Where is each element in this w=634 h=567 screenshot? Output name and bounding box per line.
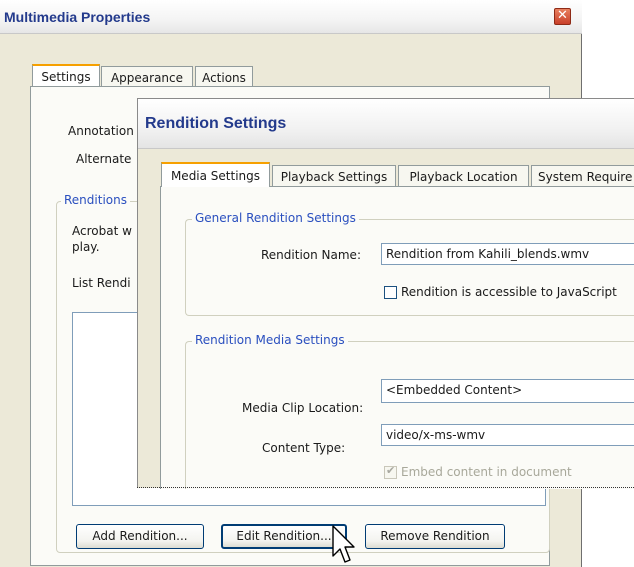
rendition-settings-titlebar[interactable]: Rendition Settings	[138, 99, 634, 149]
renditions-group-title: Renditions	[61, 193, 130, 207]
general-rendition-settings-title: General Rendition Settings	[192, 211, 359, 225]
tab-actions-label: Actions	[202, 71, 246, 85]
dialog-drag-outline	[137, 487, 634, 488]
general-rendition-settings-group	[185, 219, 634, 316]
tab-playback-settings[interactable]: Playback Settings	[272, 165, 396, 187]
close-icon: ✕	[557, 8, 568, 23]
multimedia-properties-titlebar[interactable]: Multimedia Properties ✕	[0, 0, 582, 34]
tab-playback-settings-label: Playback Settings	[280, 170, 388, 184]
tab-media-settings[interactable]: Media Settings	[161, 162, 270, 187]
alternate-label: Alternate	[76, 152, 132, 166]
rendition-media-settings-title: Rendition Media Settings	[192, 333, 348, 347]
tab-actions[interactable]: Actions	[195, 66, 253, 86]
embed-content-label: Embed content in document	[401, 465, 572, 479]
tab-playback-location[interactable]: Playback Location	[398, 165, 529, 187]
javascript-accessible-checkbox[interactable]	[384, 286, 397, 299]
list-renditions-label: List Rendi	[72, 276, 131, 290]
remove-rendition-button[interactable]: Remove Rendition	[365, 524, 505, 549]
rendition-name-input[interactable]: Rendition from Kahili_blends.wmv	[381, 243, 634, 265]
media-clip-location-input[interactable]: <Embedded Content>	[381, 379, 634, 403]
tab-system-requirements-label: System Require	[538, 170, 633, 184]
rendition-settings-title: Rendition Settings	[145, 115, 287, 132]
media-clip-location-label: Media Clip Location:	[242, 401, 364, 415]
add-rendition-button[interactable]: Add Rendition...	[76, 524, 204, 549]
tab-settings-label: Settings	[41, 70, 91, 84]
annotation-label: Annotation	[68, 124, 134, 138]
tab-appearance-label: Appearance	[110, 71, 184, 85]
content-type-label: Content Type:	[262, 441, 346, 455]
javascript-accessible-label: Rendition is accessible to JavaScript	[401, 285, 617, 299]
close-button[interactable]: ✕	[554, 8, 571, 25]
tab-media-settings-label: Media Settings	[170, 169, 261, 183]
acrobat-description-line2: play.	[72, 240, 100, 254]
tab-system-requirements[interactable]: System Require	[531, 165, 634, 187]
rendition-name-label: Rendition Name:	[261, 248, 361, 262]
checkmark-icon: ✔	[386, 464, 396, 477]
edit-rendition-button[interactable]: Edit Rendition...	[221, 524, 347, 549]
acrobat-description-line1: Acrobat w	[72, 224, 132, 238]
rendition-settings-dialog: Rendition Settings Media Settings Playba…	[137, 98, 634, 489]
tab-settings[interactable]: Settings	[32, 64, 100, 86]
mouse-pointer-icon	[332, 525, 355, 563]
tab-appearance[interactable]: Appearance	[101, 66, 193, 86]
multimedia-properties-title: Multimedia Properties	[4, 9, 151, 25]
tab-playback-location-label: Playback Location	[409, 170, 518, 184]
embed-content-checkbox[interactable]: ✔	[384, 464, 397, 479]
content-type-input[interactable]: video/x-ms-wmv	[381, 424, 634, 446]
